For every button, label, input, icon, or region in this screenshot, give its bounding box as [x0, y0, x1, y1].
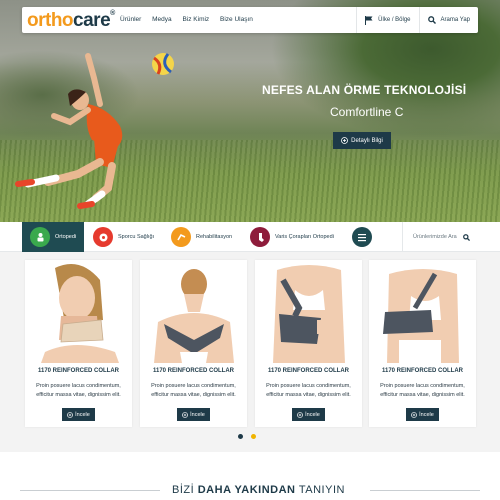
product-card[interactable]: 1170 REINFORCED COLLAR Proin posuere lac… — [25, 260, 132, 427]
product-title: 1170 REINFORCED COLLAR — [267, 368, 349, 374]
title-part: TANIYIN — [298, 484, 345, 496]
product-title: 1170 REINFORCED COLLAR — [37, 368, 119, 374]
product-description: Proin posuere lacus condimentum, efficit… — [36, 383, 121, 398]
product-image — [369, 260, 476, 363]
plus-circle-icon — [182, 411, 189, 418]
product-search-placeholder: Ürünlerimizde Ara — [413, 234, 457, 240]
rehabilitation-icon — [171, 227, 191, 247]
divider — [356, 7, 358, 33]
hero-subtitle: Comfortline C — [330, 105, 404, 119]
logo-part-ortho: ortho — [27, 10, 74, 31]
title-part-bold: DAHA YAKINDAN — [197, 484, 296, 496]
category-sports-health[interactable]: Sporcu Sağlığı — [93, 222, 154, 252]
product-card[interactable]: 1170 REINFORCED COLLAR Proin posuere lac… — [255, 260, 362, 427]
product-description: Proin posuere lacus condimentum, efficit… — [380, 383, 465, 398]
product-search-input[interactable]: Ürünlerimizde Ara — [413, 222, 470, 252]
main-nav: Ürünler Medya Biz Kimiz Bize Ulaşın — [120, 16, 262, 23]
category-label: Ortopedi — [55, 234, 77, 240]
category-label: Sporcu Sağlığı — [118, 234, 155, 240]
inspect-button[interactable]: İncele — [177, 408, 210, 421]
logo-registered-mark: ® — [110, 10, 115, 17]
product-description: Proin posuere lacus condimentum, efficit… — [151, 383, 236, 398]
product-image — [255, 260, 362, 363]
product-card[interactable]: 1170 REINFORCED COLLAR Proin posuere lac… — [369, 260, 476, 427]
inspect-button[interactable]: İncele — [406, 408, 439, 421]
volleyball-player-image — [15, 53, 174, 209]
carousel-pagination — [238, 434, 256, 439]
country-selector[interactable]: Ülke / Bölge — [365, 15, 411, 25]
search-label: Arama Yap — [440, 17, 470, 23]
search-button[interactable]: Arama Yap — [427, 16, 470, 24]
nav-item-products[interactable]: Ürünler — [120, 16, 141, 23]
inspect-button[interactable]: İncele — [62, 408, 95, 421]
nav-item-media[interactable]: Medya — [152, 16, 172, 23]
plus-circle-icon — [341, 137, 349, 144]
search-icon — [427, 16, 436, 24]
category-label: Rehabilitasyon — [196, 234, 233, 240]
stocking-icon — [250, 227, 270, 247]
category-rehabilitation[interactable]: Rehabilitasyon — [171, 222, 232, 252]
product-card[interactable]: 1170 REINFORCED COLLAR Proin posuere lac… — [140, 260, 247, 427]
category-varicose-stockings[interactable]: Varis Çorapları Ortopedi — [250, 222, 334, 252]
carousel-dot-active[interactable] — [238, 434, 243, 439]
topbar-actions: Ülke / Bölge Arama Yap — [348, 7, 478, 33]
product-carousel: 1170 REINFORCED COLLAR Proin posuere lac… — [0, 252, 500, 452]
orthocare-logo[interactable]: orthocare® — [27, 10, 115, 32]
about-section-title: BİZİ DAHA YAKINDAN TANIYIN — [172, 484, 345, 496]
category-label: Varis Çorapları Ortopedi — [275, 234, 334, 240]
carousel-dot[interactable] — [251, 434, 256, 439]
divider — [20, 490, 160, 491]
product-title: 1170 REINFORCED COLLAR — [381, 368, 463, 374]
nav-item-about[interactable]: Biz Kimiz — [182, 16, 209, 23]
plus-circle-icon — [411, 411, 418, 418]
search-icon — [462, 233, 470, 241]
details-button-label: Detaylı Bilgi — [351, 137, 383, 144]
top-navigation-bar: orthocare® Ürünler Medya Biz Kimiz Bize … — [22, 7, 478, 33]
category-bar: Ortopedi Sporcu Sağlığı Rehabilitasyon V… — [0, 222, 500, 252]
inspect-button[interactable]: İncele — [292, 408, 325, 421]
divider — [418, 7, 420, 33]
plus-circle-icon — [67, 411, 74, 418]
hero-banner: orthocare® Ürünler Medya Biz Kimiz Bize … — [0, 0, 500, 222]
plus-circle-icon — [297, 411, 304, 418]
details-button[interactable]: Detaylı Bilgi — [333, 132, 391, 149]
orthopedics-icon — [30, 227, 50, 247]
flag-icon — [365, 15, 373, 25]
about-section: BİZİ DAHA YAKINDAN TANIYIN — [0, 452, 500, 500]
country-label: Ülke / Bölge — [378, 17, 411, 23]
sports-ball-icon — [93, 227, 113, 247]
divider — [370, 490, 480, 491]
title-part: BİZİ — [172, 484, 195, 496]
menu-icon — [352, 227, 372, 247]
inspect-button-label: İncele — [305, 411, 320, 418]
product-title: 1170 REINFORCED COLLAR — [152, 368, 234, 374]
inspect-button-label: İncele — [190, 411, 205, 418]
inspect-button-label: İncele — [419, 411, 434, 418]
hero-title: NEFES ALAN ÖRME TEKNOLOJİSİ — [262, 83, 467, 97]
nav-item-contact[interactable]: Bize Ulaşın — [220, 16, 253, 23]
product-image — [25, 260, 132, 363]
logo-part-care: care — [73, 10, 111, 31]
inspect-button-label: İncele — [75, 411, 90, 418]
product-description: Proin posuere lacus condimentum, efficit… — [266, 383, 351, 398]
divider — [402, 222, 403, 252]
product-image — [140, 260, 247, 363]
more-categories-button[interactable] — [352, 222, 372, 252]
category-orthopedics[interactable]: Ortopedi — [22, 222, 84, 252]
